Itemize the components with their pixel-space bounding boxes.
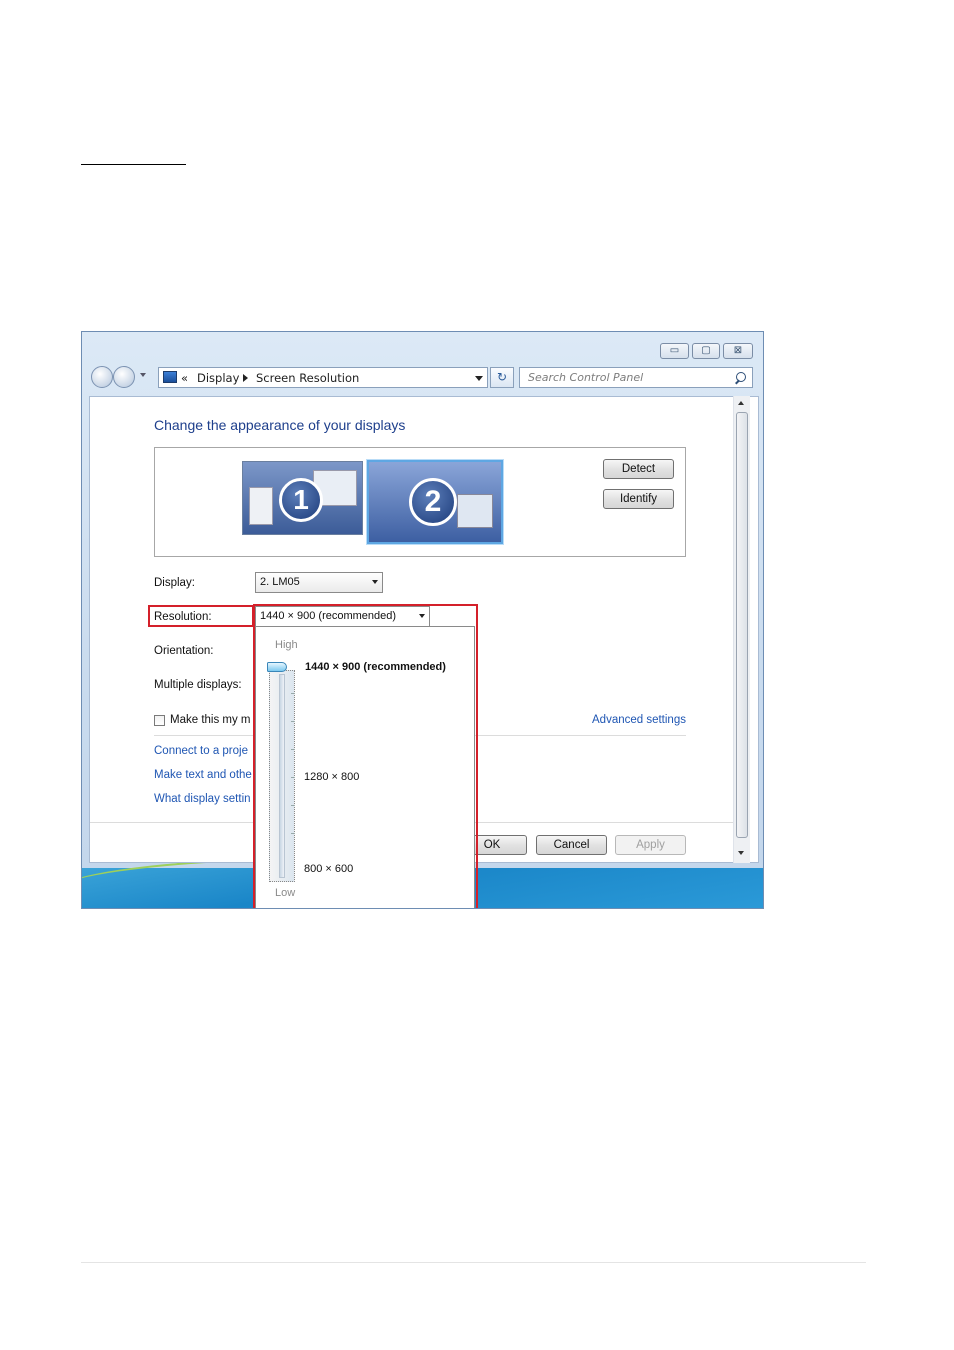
monitor-2-number: 2: [409, 478, 457, 526]
identify-button[interactable]: Identify: [603, 489, 674, 509]
search-placeholder: Search Control Panel: [528, 371, 644, 384]
display-settings-help-link[interactable]: What display settin: [154, 793, 251, 805]
screen-resolution-window: ▭ ▢ ⊠ « Display Screen Resolution ↻ Sear…: [81, 331, 764, 909]
resolution-label-highlight: [148, 605, 254, 627]
monitor-1-window-icon: [249, 487, 273, 525]
breadcrumb-chevrons[interactable]: «: [181, 371, 188, 385]
text-size-link[interactable]: Make text and othe: [154, 769, 252, 781]
main-display-checkbox[interactable]: [154, 715, 165, 726]
forward-button[interactable]: [113, 366, 135, 388]
refresh-icon[interactable]: ↻: [490, 367, 514, 388]
breadcrumb-display[interactable]: Display: [197, 371, 239, 385]
vertical-scrollbar[interactable]: [733, 396, 750, 863]
address-bar[interactable]: « Display Screen Resolution: [158, 367, 488, 388]
address-dropdown-icon[interactable]: [475, 376, 483, 381]
cancel-button[interactable]: Cancel: [536, 835, 607, 855]
monitor-arrangement[interactable]: 1 2 Detect Identify: [154, 447, 686, 557]
chevron-down-icon[interactable]: [372, 580, 378, 584]
apply-button[interactable]: Apply: [615, 835, 686, 855]
control-panel-icon: [163, 371, 177, 383]
scroll-up-icon[interactable]: [738, 401, 744, 405]
breadcrumb-arrow-icon[interactable]: [243, 374, 248, 382]
connect-projector-link[interactable]: Connect to a proje: [154, 745, 248, 757]
resolution-dropdown-highlight: [253, 604, 478, 908]
advanced-settings-link[interactable]: Advanced settings: [592, 714, 686, 726]
search-input[interactable]: Search Control Panel: [519, 367, 753, 388]
monitor-2[interactable]: 2: [367, 460, 503, 544]
back-button[interactable]: [91, 366, 113, 388]
scroll-down-icon[interactable]: [738, 851, 744, 855]
display-label: Display:: [154, 577, 195, 589]
scrollbar-thumb[interactable]: [736, 412, 748, 838]
orientation-label: Orientation:: [154, 645, 214, 657]
breadcrumb-screen-resolution[interactable]: Screen Resolution: [256, 371, 359, 385]
minimize-button[interactable]: ▭: [660, 343, 689, 359]
monitor-1[interactable]: 1: [242, 461, 363, 535]
multiple-displays-label: Multiple displays:: [154, 679, 242, 691]
page-title: Change the appearance of your displays: [154, 417, 406, 433]
recent-pages-icon[interactable]: [140, 373, 146, 377]
footer-rule: [81, 1262, 866, 1263]
monitor-2-window-icon: [457, 494, 493, 528]
monitor-1-number: 1: [279, 478, 323, 522]
display-select-value: 2. LM05: [260, 576, 300, 588]
detect-button[interactable]: Detect: [603, 459, 674, 479]
display-select[interactable]: 2. LM05: [255, 572, 383, 593]
close-button[interactable]: ⊠: [723, 343, 753, 359]
heading-underline: [81, 164, 186, 165]
main-display-checkbox-label[interactable]: Make this my m: [170, 714, 251, 726]
maximize-button[interactable]: ▢: [692, 343, 720, 359]
